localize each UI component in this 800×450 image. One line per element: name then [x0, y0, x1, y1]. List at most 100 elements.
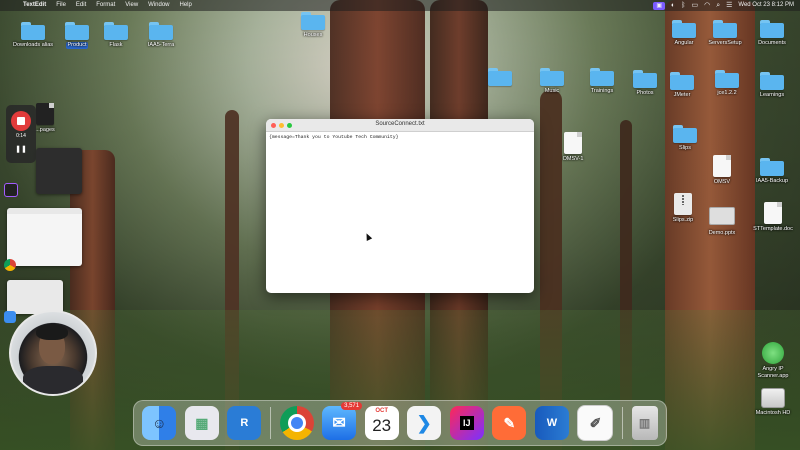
document-text-area[interactable]: {message=Thank you to Youtube Tech Commu…: [266, 132, 534, 143]
menu-view[interactable]: View: [120, 0, 143, 11]
dock-word[interactable]: W: [534, 406, 569, 440]
document-icon: [713, 155, 731, 177]
textedit-pen-icon: ✐: [589, 414, 602, 431]
desktop-icon-label: OMSV-1: [562, 156, 584, 162]
vpn-icon[interactable]: ◐: [671, 0, 675, 11]
finder-mini-icon[interactable]: [4, 311, 16, 323]
dock-chrome[interactable]: [279, 406, 314, 440]
stage-thumbnail[interactable]: [7, 208, 82, 266]
desktop-icon-st-template[interactable]: STTemplate.doc: [746, 202, 800, 233]
menu-window[interactable]: Window: [143, 0, 174, 11]
desktop-icon-label: Demo.pptx: [708, 230, 736, 236]
desktop-icon-label: Learnings: [759, 92, 785, 98]
stage-thumbnail[interactable]: [36, 148, 82, 194]
dock-separator: [269, 407, 271, 439]
bluetooth-icon[interactable]: ᛒ: [681, 0, 685, 11]
document-icon: [36, 103, 54, 125]
control-center-icon[interactable]: ☰: [726, 0, 732, 11]
document-icon: [564, 132, 582, 154]
desktop-icon-label: IAA5-Backup: [755, 178, 789, 184]
screen-record-icon[interactable]: ▣: [653, 1, 666, 10]
dock-launchpad[interactable]: ▦: [184, 406, 219, 440]
status-area: ▣ ◐ ᛒ ▭ ◠ ⌕ ☰ Wed Oct 23 8:12 PM: [653, 0, 800, 11]
menu-app-name[interactable]: TextEdit: [18, 0, 51, 11]
desktop-icon-music[interactable]: Music: [525, 68, 579, 95]
finder-face-icon: ☺: [152, 415, 167, 431]
desktop-icon-label: JMeter: [673, 92, 691, 98]
webcam-person: [36, 324, 68, 340]
desktop-icon-label: Angular: [674, 40, 694, 46]
calendar-day: 23: [372, 416, 392, 435]
desktop-icon-label: Product: [65, 42, 89, 49]
desktop-icon-documents[interactable]: Documents: [745, 20, 799, 47]
recording-panel: 0:14 ❚❚: [6, 105, 36, 163]
folder-icon: [670, 72, 694, 90]
dock-mail[interactable]: ✉ 3,571: [322, 402, 363, 440]
battery-icon[interactable]: ▭: [691, 0, 698, 11]
menu-edit[interactable]: Edit: [71, 0, 91, 11]
chrome-mini-icon[interactable]: [4, 259, 16, 271]
desktop-icon-label: STTemplate.doc: [753, 226, 793, 232]
dock-separator: [622, 407, 624, 439]
hard-drive-icon: [761, 388, 785, 408]
desktop-icon-houses[interactable]: Houses: [286, 12, 340, 39]
vnc-icon: R: [240, 417, 249, 429]
desktop-icon-angry-ip[interactable]: Angry IP Scanner.app: [746, 342, 800, 380]
desktop-icon-label: Slips: [679, 145, 691, 151]
wifi-icon[interactable]: ◠: [704, 0, 710, 11]
desktop-icon-label: jce1.2.2: [717, 90, 737, 96]
desktop-icon-iaa-backup[interactable]: IAA5-Backup: [745, 158, 799, 185]
desktop-icon-omsv-1[interactable]: OMSV-1: [546, 132, 600, 163]
folder-icon: [760, 72, 784, 90]
desktop-icon-label: OMSV: [713, 179, 731, 185]
folder-icon: [301, 12, 325, 30]
dock-textedit[interactable]: ✐: [577, 405, 614, 441]
dock-vnc[interactable]: R: [227, 406, 262, 440]
launchpad-grid-icon: ▦: [195, 414, 209, 431]
dock-postman[interactable]: ✎: [492, 406, 527, 440]
intellij-mini-icon[interactable]: [4, 183, 18, 197]
menu-file[interactable]: File: [51, 0, 71, 11]
dock-calendar[interactable]: OCT 23: [364, 406, 399, 440]
word-icon: W: [546, 417, 558, 429]
intellij-icon: IJ: [460, 416, 474, 430]
folder-icon: [540, 68, 564, 86]
menu-help[interactable]: Help: [175, 0, 197, 11]
desktop-icon-servers-setup[interactable]: ServersSetup: [698, 20, 752, 47]
desktop-icon-label: Flask: [109, 42, 123, 48]
desktop-icon-demo-pptx[interactable]: Demo.pptx: [695, 204, 749, 237]
stage-thumbnail[interactable]: [7, 280, 63, 314]
desktop-icon-unnamed-folder[interactable]: [473, 68, 527, 86]
vscode-icon: ❯: [416, 412, 432, 433]
menu-format[interactable]: Format: [91, 0, 120, 11]
mail-envelope-icon: ✉: [332, 415, 346, 432]
dock-intellij[interactable]: IJ: [449, 406, 484, 440]
dock-finder[interactable]: ☺: [142, 406, 177, 440]
desktop-icon-omsv[interactable]: OMSV: [695, 155, 749, 186]
desktop-icon-macintosh-hd[interactable]: Macintosh HD: [746, 388, 800, 417]
search-icon[interactable]: ⌕: [716, 0, 720, 11]
menu-clock[interactable]: Wed Oct 23 8:12 PM: [738, 0, 794, 11]
folder-icon: [21, 22, 45, 40]
folder-icon: [673, 125, 697, 143]
folder-icon: [65, 22, 89, 40]
desktop-icon-iaa-terra[interactable]: IAA5-Terra: [134, 22, 188, 49]
folder-icon: [715, 70, 739, 88]
desktop-icon-learnings[interactable]: Learnings: [745, 72, 799, 99]
stop-recording-button[interactable]: [11, 111, 31, 131]
chrome-icon: [287, 414, 306, 432]
textedit-window[interactable]: SourceConnect.txt {message=Thank you to …: [266, 119, 534, 293]
angry-ip-scanner-icon: [762, 342, 784, 364]
desktop-icon-label: Houses: [303, 32, 323, 38]
dock-trash[interactable]: ▥: [631, 406, 658, 440]
trash-icon: ▥: [638, 416, 651, 430]
folder-icon: [713, 20, 737, 38]
zip-icon: [674, 193, 692, 215]
dock-vscode[interactable]: ❯: [407, 406, 442, 440]
desktop-icon-slips[interactable]: Slips: [658, 125, 712, 152]
mail-badge: 3,571: [341, 402, 363, 410]
pause-recording-button[interactable]: ❚❚: [6, 145, 36, 153]
desktop-icon-label: ServersSetup: [708, 40, 742, 46]
window-titlebar[interactable]: SourceConnect.txt: [266, 119, 534, 132]
folder-icon: [590, 68, 614, 86]
